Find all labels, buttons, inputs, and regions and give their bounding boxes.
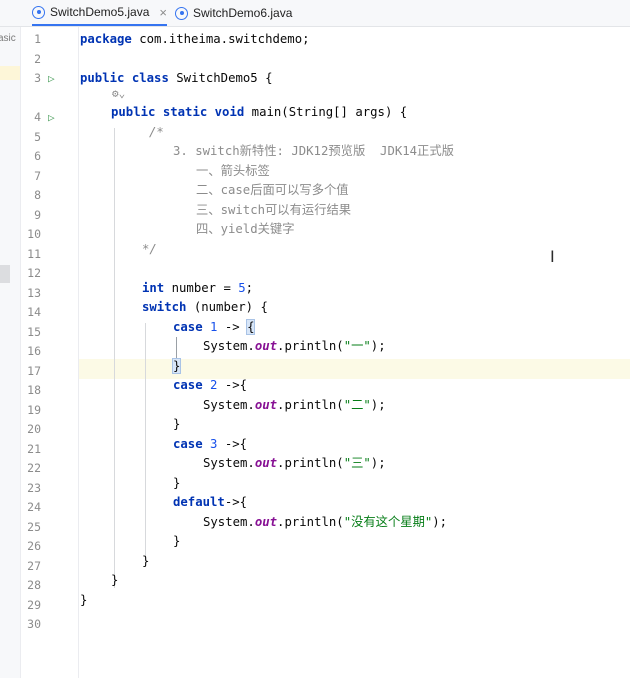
project-panel-label: asic (0, 33, 16, 44)
line-number: 10 (27, 227, 41, 241)
line-number: 24 (27, 500, 41, 514)
line-number: 3 (34, 71, 41, 85)
line-number: 4 (34, 110, 41, 124)
gutter-divider (78, 27, 79, 678)
line-number: 23 (27, 480, 41, 495)
line-number: 13 (27, 285, 41, 300)
code-comment: 四、yield关键字 (196, 222, 295, 236)
code-comment: /* (149, 124, 164, 139)
line-number: 21 (27, 441, 41, 456)
code-line: System.out.println("一"); (203, 339, 386, 353)
code-line: } (173, 417, 181, 431)
code-line: } (173, 534, 181, 548)
selected-row-highlight (0, 66, 20, 80)
line-number: 22 (27, 461, 41, 475)
line-number: 28 (27, 578, 41, 592)
line-number: 17 (27, 363, 41, 378)
code-line: int number = 5; (142, 280, 254, 295)
tab-switchdemo6[interactable]: SwitchDemo6.java (175, 0, 292, 26)
code-line: } (173, 475, 181, 490)
code-vision-icon[interactable]: ⚙⌄ (112, 87, 125, 100)
code-line: System.out.println("二"); (203, 397, 386, 412)
line-number: 18 (27, 383, 41, 397)
line-number: 7 (34, 168, 41, 183)
code-line: } (142, 553, 150, 568)
line-number: 5 (34, 129, 41, 144)
line-number: 30 (27, 617, 41, 631)
current-line-highlight (79, 359, 630, 379)
line-number: 25 (27, 519, 41, 534)
code-line: case 1 -> { (173, 318, 256, 335)
project-panel-edge: asic (0, 27, 21, 678)
code-comment: */ (142, 241, 157, 256)
text-cursor-icon: I (550, 247, 555, 266)
run-class-icon[interactable]: ▷ (48, 69, 55, 89)
line-number: 2 (34, 51, 41, 66)
code-line: public static void main(String[] args) { (111, 105, 408, 119)
run-main-icon[interactable]: ▷ (48, 108, 55, 128)
line-number: 14 (27, 305, 41, 319)
java-class-icon (32, 5, 45, 19)
code-comment: 3. switch新特性: JDK12预览版 JDK14正式版 (173, 144, 454, 158)
line-number: 29 (27, 597, 41, 612)
line-number: 12 (27, 266, 41, 280)
code-line: } (111, 573, 119, 587)
line-number: 8 (34, 188, 41, 202)
code-line: package com.itheima.switchdemo; (80, 32, 310, 46)
line-number: 27 (27, 558, 41, 573)
code-line: default->{ (173, 495, 248, 509)
code-comment: 三、switch可以有运行结果 (196, 202, 352, 217)
tab-label: SwitchDemo5.java (50, 5, 150, 19)
code-comment: 一、箭头标签 (196, 163, 270, 178)
code-line: System.out.println("没有这个星期"); (203, 514, 448, 529)
line-number-gutter: 1 2 3 4 5 6 7 8 9 10 11 12 13 14 15 16 1… (21, 27, 79, 678)
matched-brace: { (246, 318, 256, 335)
tab-switchdemo5[interactable]: SwitchDemo5.java × (32, 0, 167, 26)
code-line: case 3 ->{ (173, 436, 248, 451)
line-number: 1 (34, 32, 41, 46)
close-icon[interactable]: × (159, 5, 167, 20)
code-line: System.out.println("三"); (203, 456, 386, 470)
code-line: public class SwitchDemo5 { (80, 71, 273, 85)
line-number: 20 (27, 422, 41, 436)
code-line: switch (number) { (142, 300, 268, 314)
line-number: 26 (27, 539, 41, 553)
indent-guide (114, 128, 115, 588)
code-line: case 2 ->{ (173, 378, 248, 392)
indent-guide (145, 323, 146, 558)
line-number: 16 (27, 344, 41, 358)
java-class-icon (175, 6, 188, 20)
line-number: 9 (34, 207, 41, 222)
scroll-marker (0, 265, 10, 283)
line-number: 11 (27, 246, 41, 261)
code-comment: 二、case后面可以写多个值 (196, 183, 349, 197)
code-line: } (80, 592, 88, 607)
editor-tab-bar: SwitchDemo5.java × SwitchDemo6.java (0, 0, 630, 27)
line-number: 15 (27, 324, 41, 339)
matched-brace: } (171, 357, 182, 374)
code-line: } (171, 357, 182, 377)
tab-label: SwitchDemo6.java (193, 6, 293, 20)
line-number: 6 (34, 149, 41, 163)
line-number: 19 (27, 402, 41, 417)
